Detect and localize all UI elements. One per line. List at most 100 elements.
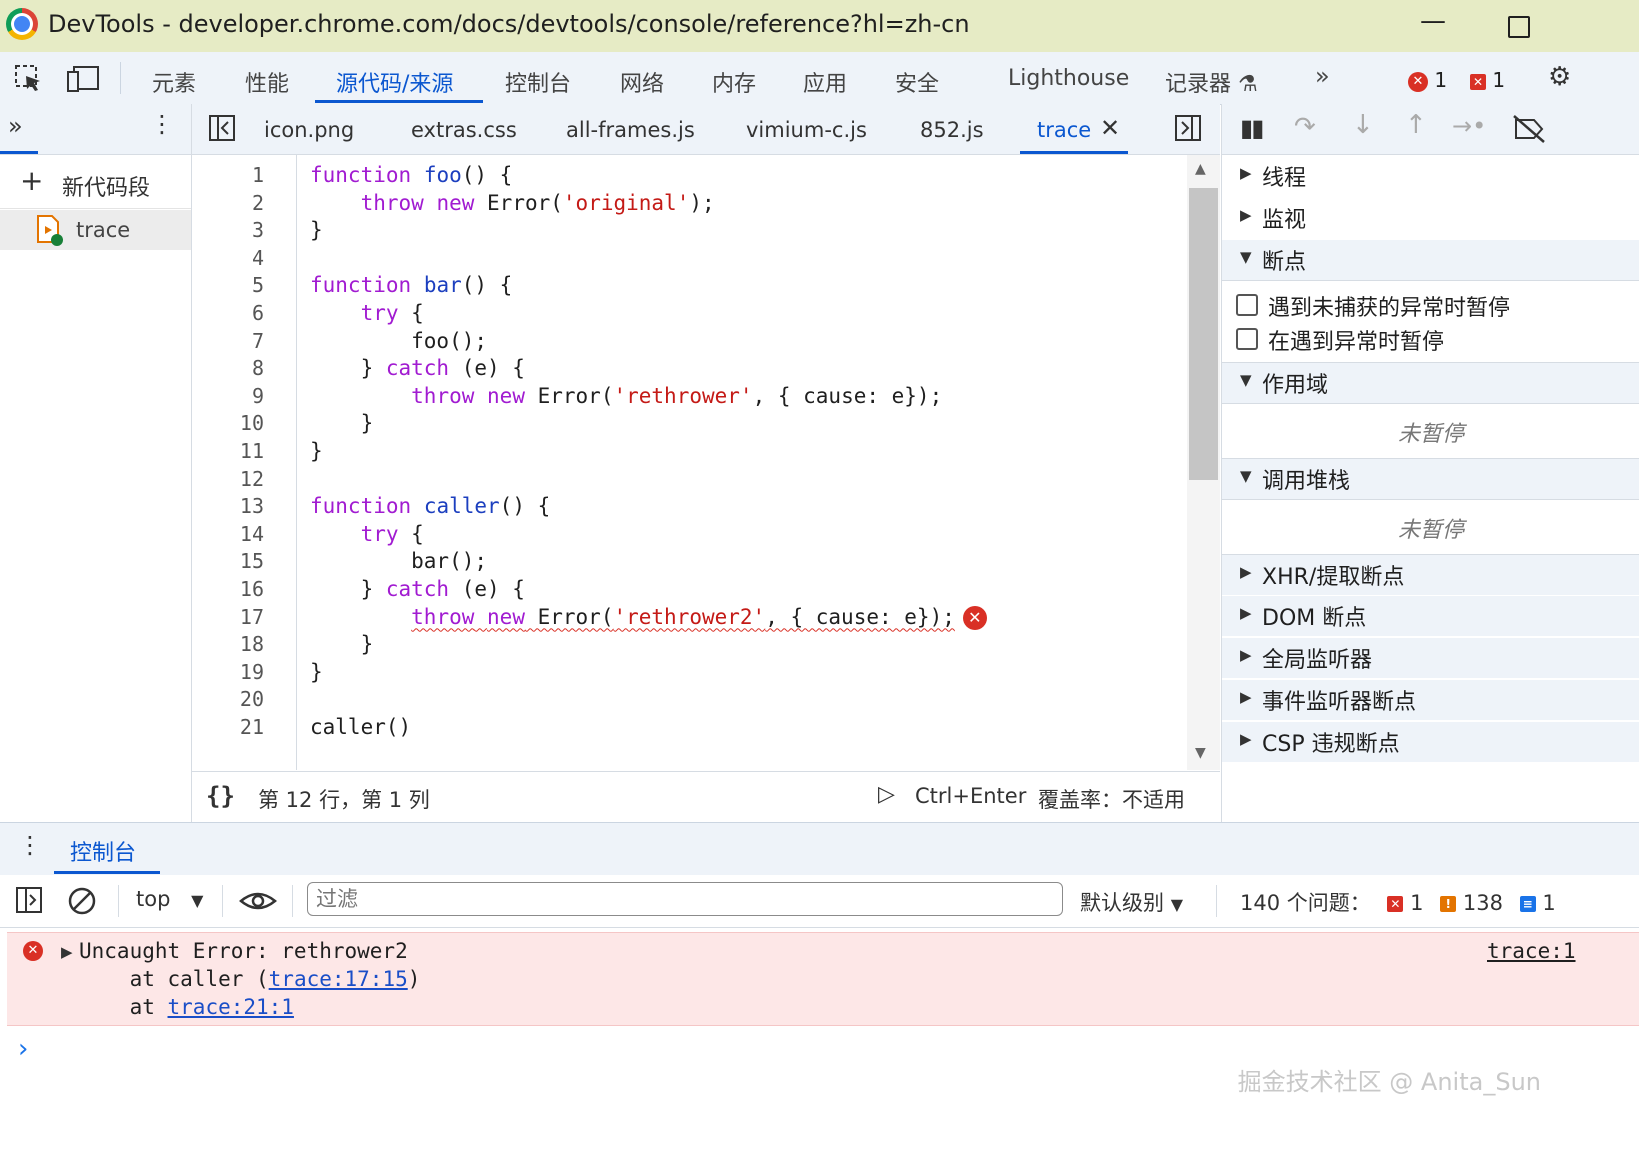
line-number[interactable]: 10 <box>192 411 264 435</box>
console-error-message: ✕ ▶ Uncaught Error: rethrower2 at caller… <box>7 932 1639 1026</box>
scroll-down-icon[interactable]: ▼ <box>1195 745 1206 761</box>
pause-caught-checkbox[interactable] <box>1236 328 1258 350</box>
editor-tab-extras-css[interactable]: extras.css <box>411 118 517 142</box>
more-tabs-icon[interactable]: » <box>8 112 23 140</box>
clear-console-icon[interactable] <box>66 885 98 917</box>
scrollbar-thumb[interactable] <box>1189 188 1218 480</box>
error-count[interactable]: ✕ 1 <box>1408 68 1447 92</box>
pause-uncaught-checkbox[interactable] <box>1236 294 1258 316</box>
section-threads[interactable]: ▶ 线程 <box>1222 156 1639 196</box>
step-icon[interactable]: →• <box>1452 112 1486 140</box>
device-toolbar-icon[interactable] <box>66 64 100 94</box>
line-number[interactable]: 12 <box>192 467 264 491</box>
stack-frame-link[interactable]: trace:17:15 <box>269 967 408 991</box>
pause-icon[interactable]: ▮▮ <box>1240 114 1264 142</box>
code-keyword: new <box>487 604 525 629</box>
section-xhr-breakpoints[interactable]: ▶ XHR/提取断点 <box>1222 554 1639 595</box>
tab-network[interactable]: 网络 <box>620 66 664 98</box>
context-selector[interactable]: top ▼ <box>136 887 203 911</box>
line-number[interactable]: 11 <box>192 439 264 463</box>
section-scope[interactable]: ▼ 作用域 <box>1222 362 1639 404</box>
line-number[interactable]: 6 <box>192 301 264 325</box>
error-source-link[interactable]: trace:1 <box>1487 939 1576 963</box>
section-call-stack[interactable]: ▼ 调用堆栈 <box>1222 458 1639 500</box>
line-number[interactable]: 5 <box>192 273 264 297</box>
tab-memory[interactable]: 内存 <box>712 66 756 98</box>
step-into-icon[interactable]: ↓ <box>1352 110 1374 140</box>
pretty-print-icon[interactable]: {} <box>206 782 235 810</box>
step-out-icon[interactable]: ↑ <box>1405 110 1427 140</box>
pause-uncaught-checkbox-row[interactable]: 遇到未捕获的异常时暂停 <box>1222 288 1639 322</box>
issue-count[interactable]: ✕ 1 <box>1470 68 1505 92</box>
line-number[interactable]: 7 <box>192 329 264 353</box>
close-tab-icon[interactable]: ✕ <box>1100 114 1120 142</box>
tab-application[interactable]: 应用 <box>803 66 847 98</box>
tab-elements[interactable]: 元素 <box>152 66 196 98</box>
inline-error-icon[interactable]: ✕ <box>962 605 987 630</box>
error-underline: throw new Error('rethrower2', { cause: e… <box>411 604 955 629</box>
console-filter-input[interactable] <box>307 882 1063 916</box>
tab-lighthouse[interactable]: Lighthouse <box>1008 66 1129 91</box>
editor-tab-all-frames-js[interactable]: all-frames.js <box>566 118 695 142</box>
editor-tab-trace[interactable]: trace <box>1037 118 1091 142</box>
inspect-element-icon[interactable] <box>14 64 44 94</box>
drawer-menu-icon[interactable]: ⋮ <box>18 831 42 859</box>
line-number[interactable]: 21 <box>192 715 264 739</box>
toggle-debugger-icon[interactable] <box>1174 114 1204 144</box>
line-number[interactable]: 17 <box>192 605 264 629</box>
minimize-button[interactable]: — <box>1420 6 1446 36</box>
section-event-listener-breakpoints[interactable]: ▶ 事件监听器断点 <box>1222 680 1639 720</box>
maximize-button[interactable] <box>1508 16 1530 38</box>
toggle-navigator-icon[interactable] <box>208 114 238 144</box>
console-prompt-icon[interactable]: › <box>18 1034 28 1064</box>
tab-security[interactable]: 安全 <box>895 66 939 98</box>
line-number[interactable]: 19 <box>192 660 264 684</box>
line-number[interactable]: 20 <box>192 687 264 711</box>
line-number[interactable]: 2 <box>192 191 264 215</box>
stack-frame-link[interactable]: trace:21:1 <box>168 995 294 1019</box>
pause-caught-checkbox-row[interactable]: 在遇到异常时暂停 <box>1222 322 1639 356</box>
more-options-icon[interactable]: ⋮ <box>150 110 174 138</box>
error-icon: ✕ <box>1408 71 1428 92</box>
log-level-selector[interactable]: 默认级别 ▼ <box>1080 887 1183 917</box>
coverage-status: 覆盖率：不适用 <box>1038 788 1185 812</box>
more-tabs-icon[interactable]: » <box>1315 62 1330 90</box>
settings-gear-icon[interactable]: ⚙ <box>1548 62 1571 92</box>
section-watch[interactable]: ▶ 监视 <box>1222 198 1639 238</box>
scroll-up-icon[interactable]: ▲ <box>1195 161 1206 177</box>
editor-tab-vimium-c-js[interactable]: vimium-c.js <box>746 118 867 142</box>
expand-icon: ▶ <box>1240 164 1252 182</box>
code-editor[interactable] <box>192 155 1187 770</box>
run-snippet-icon[interactable]: ▷ <box>878 782 895 807</box>
live-expression-eye-icon[interactable] <box>238 887 278 915</box>
drawer-tab-console[interactable]: 控制台 <box>70 835 136 867</box>
line-number[interactable]: 4 <box>192 246 264 270</box>
line-number[interactable]: 8 <box>192 356 264 380</box>
section-dom-breakpoints[interactable]: ▶ DOM 断点 <box>1222 596 1639 636</box>
line-number[interactable]: 3 <box>192 218 264 242</box>
editor-tab-852-js[interactable]: 852.js <box>920 118 984 142</box>
line-number[interactable]: 18 <box>192 632 264 656</box>
line-number[interactable]: 1 <box>192 163 264 187</box>
tab-sources[interactable]: 源代码/来源 <box>336 66 453 98</box>
line-number[interactable]: 13 <box>192 494 264 518</box>
snippet-item-trace[interactable]: trace <box>0 210 191 250</box>
show-sidebar-icon[interactable] <box>14 885 46 917</box>
tab-console[interactable]: 控制台 <box>505 66 571 98</box>
line-number[interactable]: 9 <box>192 384 264 408</box>
line-number[interactable]: 16 <box>192 577 264 601</box>
expand-error-icon[interactable]: ▶ <box>61 943 73 961</box>
new-snippet-button[interactable]: + 新代码段 <box>0 160 191 209</box>
section-breakpoints[interactable]: ▼ 断点 <box>1222 240 1639 281</box>
step-over-icon[interactable]: ↷ <box>1294 112 1316 142</box>
tab-recorder[interactable]: 记录器 ⚗ <box>1165 66 1258 98</box>
section-global-listeners[interactable]: ▶ 全局监听器 <box>1222 638 1639 678</box>
tab-performance[interactable]: 性能 <box>245 66 289 98</box>
line-number[interactable]: 14 <box>192 522 264 546</box>
code-line: function foo() { <box>310 163 513 187</box>
deactivate-breakpoints-icon[interactable] <box>1512 114 1546 144</box>
line-number[interactable]: 15 <box>192 549 264 573</box>
editor-tab-icon-png[interactable]: icon.png <box>264 118 354 142</box>
section-csp-breakpoints[interactable]: ▶ CSP 违规断点 <box>1222 722 1639 762</box>
issues-summary[interactable]: 140 个问题： ✕ 1 ! 138 ≡ 1 <box>1240 887 1556 917</box>
